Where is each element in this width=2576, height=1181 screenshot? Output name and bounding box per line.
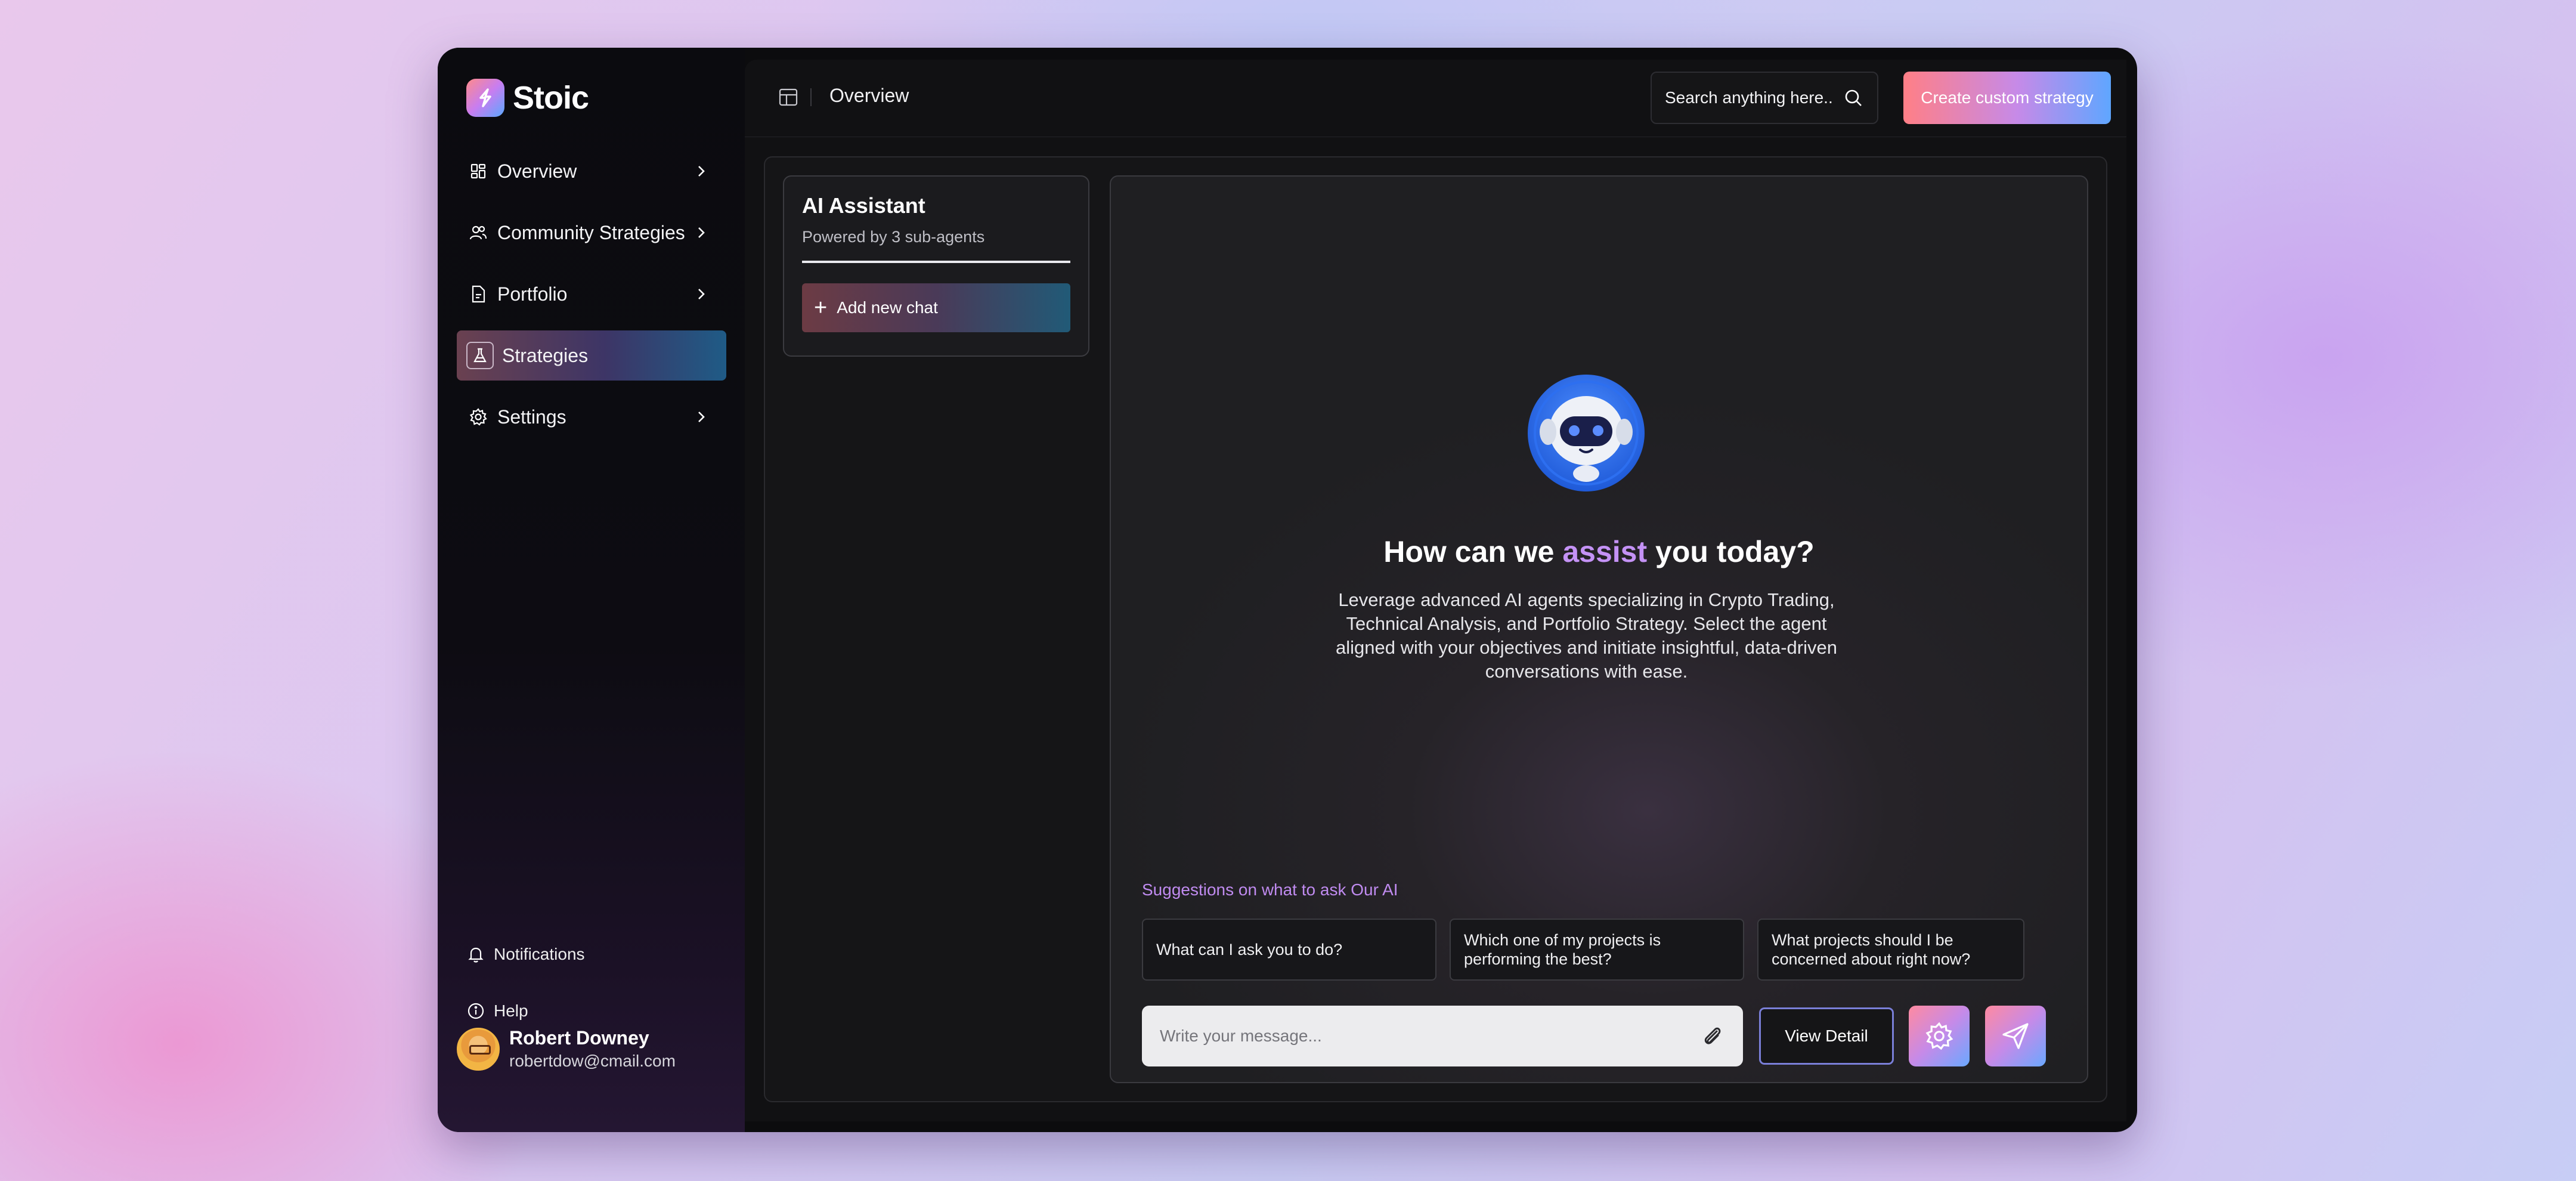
headline-accent: assist xyxy=(1562,535,1648,568)
suggestions-label: Suggestions on what to ask Our AI xyxy=(1142,880,1398,899)
view-detail-button[interactable]: View Detail xyxy=(1757,1006,1896,1066)
sidebar: Stoic Overview Community Strategies Port… xyxy=(438,48,745,1132)
headline-text: How can we xyxy=(1383,535,1563,568)
sidebar-item-label: Overview xyxy=(497,160,577,182)
help-link[interactable]: Help xyxy=(466,993,585,1029)
ai-assistant-subtitle: Powered by 3 sub-agents xyxy=(802,228,1070,263)
user-name: Robert Downey xyxy=(509,1027,649,1049)
chat-description: Leverage advanced AI agents specializing… xyxy=(1336,589,1837,682)
chevron-right-icon xyxy=(698,166,705,177)
search-icon[interactable] xyxy=(1843,87,1864,109)
top-bar: Overview Search anything here.. Create c… xyxy=(745,60,2126,137)
message-input[interactable]: Write your message... xyxy=(1142,1006,1743,1066)
logo-icon xyxy=(466,79,504,117)
send-icon xyxy=(2002,1023,2029,1049)
send-button[interactable] xyxy=(1985,1006,2046,1066)
suggestion-chip[interactable]: Which one of my projects is performing t… xyxy=(1450,919,1744,981)
notifications-link[interactable]: Notifications xyxy=(466,936,585,972)
main-content: Overview Search anything here.. Create c… xyxy=(745,60,2126,1121)
headline-text: you today? xyxy=(1647,535,1815,568)
paperclip-icon[interactable] xyxy=(1699,1023,1725,1049)
suggestion-chip[interactable]: What projects should I be concerned abou… xyxy=(1757,919,2024,981)
divider xyxy=(810,88,812,106)
sidebar-item-label: Portfolio xyxy=(497,283,568,305)
sidebar-item-label: Settings xyxy=(497,406,566,428)
suggestion-chip[interactable]: What can I ask you to do? xyxy=(1142,919,1436,981)
sidebar-nav: Overview Community Strategies Portfolio xyxy=(457,146,726,453)
sidebar-item-label: Strategies xyxy=(502,344,589,366)
chevron-right-icon xyxy=(698,412,705,422)
app-window: Stoic Overview Community Strategies Port… xyxy=(438,48,2137,1132)
user-profile[interactable]: Robert Downey robertdow@cmail.com xyxy=(457,1027,676,1071)
layout-toggle-icon[interactable] xyxy=(778,87,798,107)
help-label: Help xyxy=(494,1001,528,1020)
plus-icon: + xyxy=(814,295,828,320)
create-custom-strategy-button[interactable]: Create custom strategy xyxy=(1903,72,2111,124)
document-icon xyxy=(469,285,488,304)
sidebar-item-community-strategies[interactable]: Community Strategies xyxy=(457,208,726,258)
add-new-chat-button[interactable]: + Add new chat xyxy=(802,283,1070,332)
chat-settings-button[interactable] xyxy=(1909,1006,1970,1066)
notifications-label: Notifications xyxy=(494,945,585,963)
bell-icon xyxy=(468,947,484,963)
sidebar-item-label: Community Strategies xyxy=(497,221,685,243)
assistant-panel: AI Assistant Powered by 3 sub-agents + A… xyxy=(764,156,2107,1102)
chevron-right-icon xyxy=(698,289,705,299)
message-placeholder: Write your message... xyxy=(1160,1027,1322,1045)
chat-area: How can we assist you today? Leverage ad… xyxy=(1110,175,2088,1083)
flask-icon xyxy=(466,342,494,369)
sidebar-item-overview[interactable]: Overview xyxy=(457,146,726,196)
info-icon xyxy=(467,1003,484,1019)
user-email: robertdow@cmail.com xyxy=(509,1052,676,1070)
sidebar-item-portfolio[interactable]: Portfolio xyxy=(457,269,726,319)
search-placeholder: Search anything here.. xyxy=(1665,88,1833,107)
ai-assistant-card: AI Assistant Powered by 3 sub-agents + A… xyxy=(783,175,1089,357)
brand-name: Stoic xyxy=(513,80,589,116)
search-input[interactable]: Search anything here.. xyxy=(1651,72,1878,124)
avatar xyxy=(457,1027,500,1071)
brand-logo[interactable]: Stoic xyxy=(466,79,589,117)
robot-icon xyxy=(1528,375,1645,491)
gear-icon xyxy=(1925,1022,1953,1050)
ai-assistant-title: AI Assistant xyxy=(802,193,925,218)
sidebar-item-settings[interactable]: Settings xyxy=(457,392,726,442)
add-new-chat-label: Add new chat xyxy=(837,298,938,317)
gear-icon xyxy=(469,407,488,426)
sidebar-item-strategies[interactable]: Strategies xyxy=(457,330,726,381)
chat-headline: How can we assist you today? xyxy=(1111,534,2087,569)
chevron-right-icon xyxy=(698,227,705,238)
user-info: Robert Downey robertdow@cmail.com xyxy=(509,1027,676,1071)
page-title: Overview xyxy=(829,85,909,106)
users-icon xyxy=(469,223,488,242)
grid-icon xyxy=(469,162,488,181)
